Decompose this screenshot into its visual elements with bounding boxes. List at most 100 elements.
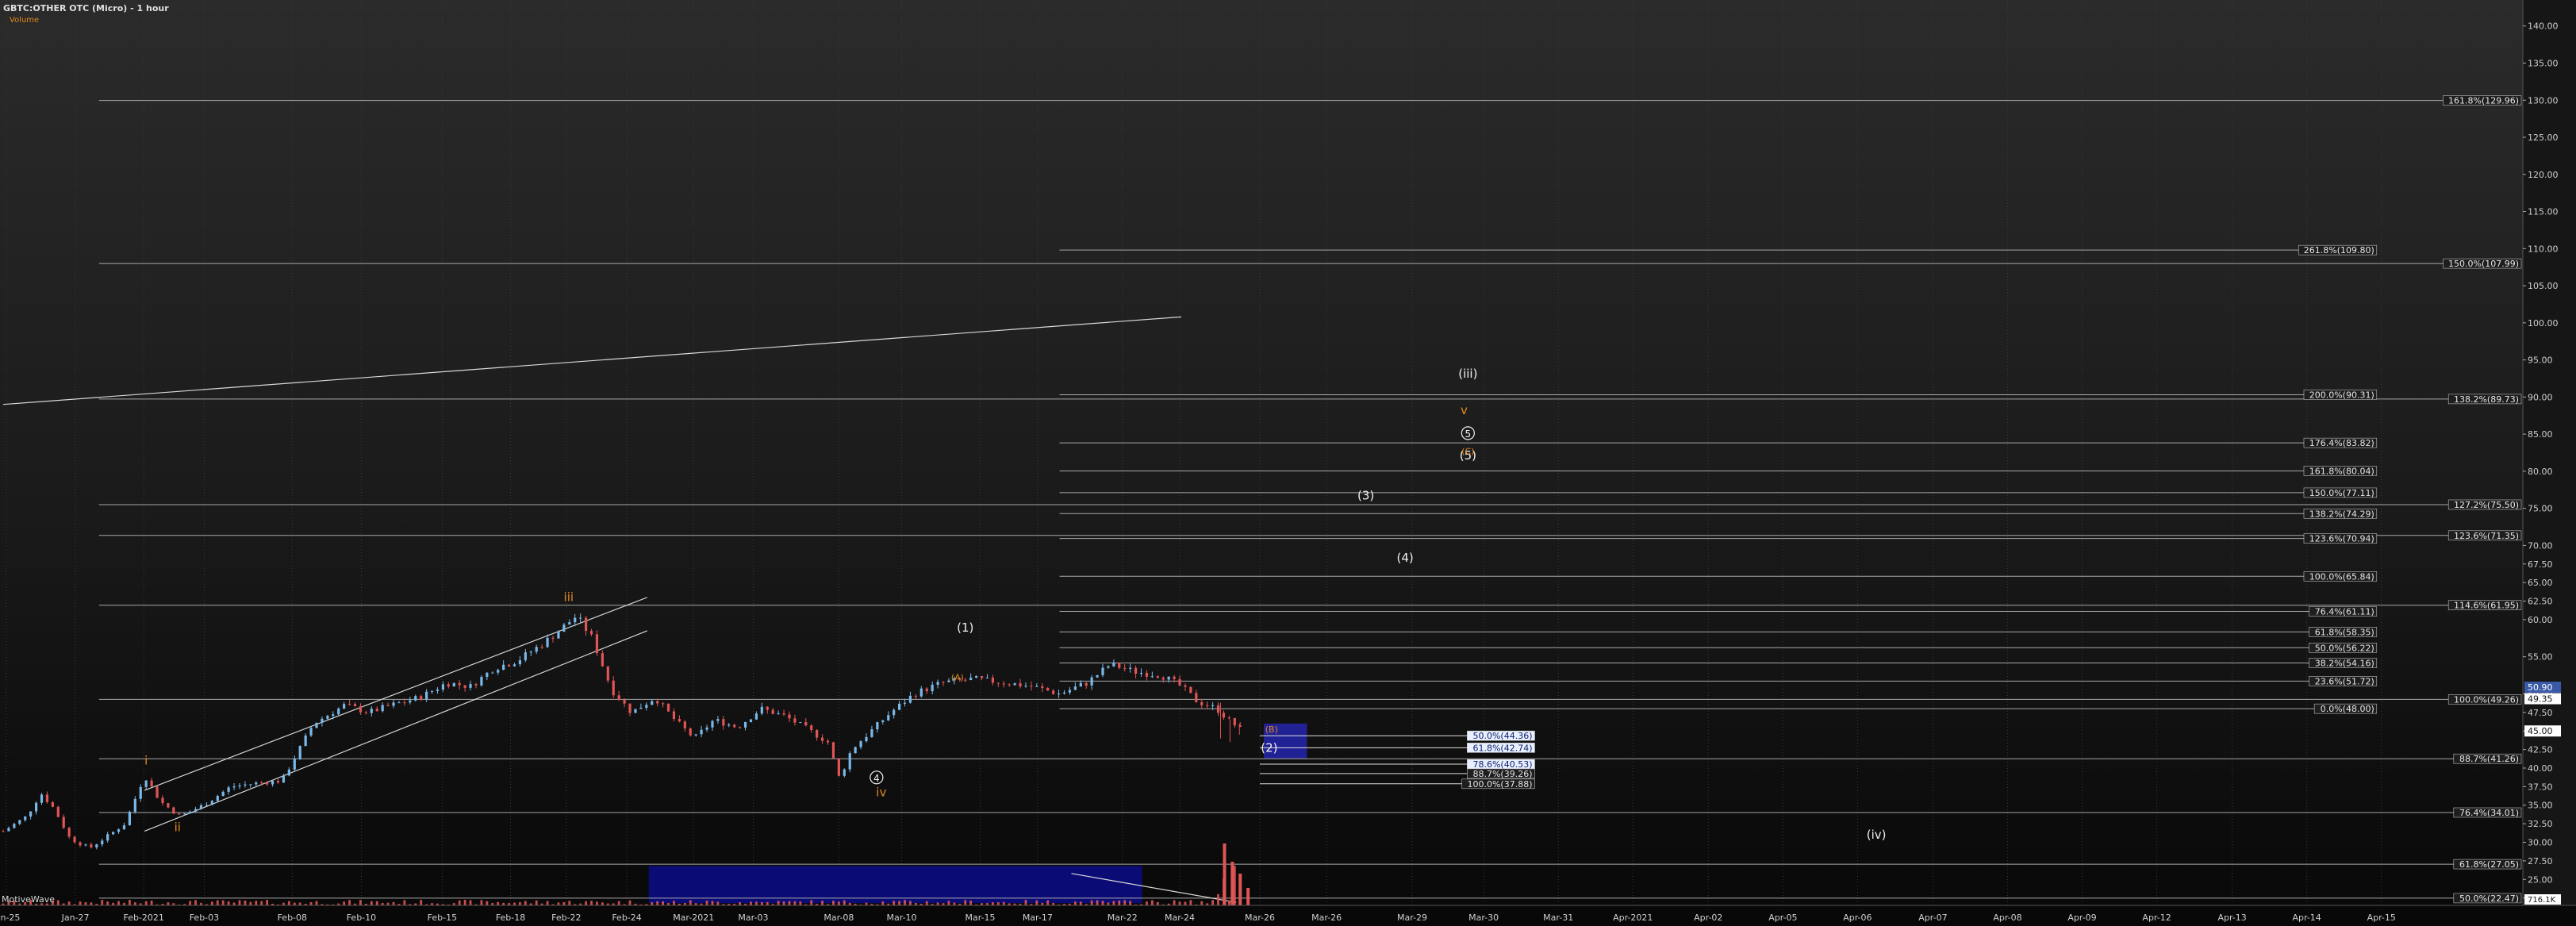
price-axis-tick-label: 62.50 [2528, 597, 2553, 607]
candle-body [513, 664, 516, 667]
fib-label: 200.0%(90.31) [2309, 390, 2374, 400]
time-axis-tick-label: Apr-02 [1694, 913, 1722, 923]
candle-body [2, 831, 5, 832]
fib-label: 88.7%(41.26) [2459, 754, 2519, 764]
candle-body [45, 794, 49, 802]
volume-bar [298, 902, 301, 905]
volume-bar [420, 900, 423, 905]
wave-label: iv [876, 786, 886, 800]
volume-bar [837, 901, 840, 905]
candle-body [1062, 692, 1066, 694]
volume-bar [1046, 900, 1050, 905]
candle-body [848, 753, 851, 770]
candle-body [343, 704, 346, 709]
candle-body [13, 824, 16, 828]
volume-bar [497, 901, 500, 905]
wave-label: (1) [957, 621, 973, 635]
volume-bar [617, 901, 620, 905]
candle-body [881, 720, 885, 723]
fib-label: 138.2%(89.73) [2454, 394, 2519, 405]
candle-body [584, 617, 588, 632]
volume-bar [1107, 902, 1110, 905]
volume-bar [964, 900, 967, 905]
fib-label: 176.4%(83.82) [2309, 438, 2374, 448]
candle-body [194, 809, 198, 812]
volume-tag-label: 716.1K [2528, 896, 2556, 905]
volume-bar [1200, 901, 1204, 905]
fib-label: 138.2%(74.29) [2309, 509, 2374, 519]
candle-body [397, 702, 401, 704]
candle-body [524, 652, 527, 661]
candle-body [315, 722, 318, 728]
candle-body [1079, 682, 1082, 687]
fib-label: 50.0%(56.22) [2315, 643, 2374, 653]
candle-body [1189, 686, 1192, 694]
volume-bar [590, 901, 593, 905]
volume-bar [403, 900, 406, 905]
candle-body [634, 709, 637, 713]
volume-bar [1184, 901, 1187, 905]
volume-bar [309, 901, 313, 905]
candle-body [155, 786, 159, 798]
price-axis-tick-label: 37.50 [2528, 782, 2553, 792]
volume-bar [969, 901, 973, 905]
candle-body [414, 696, 417, 701]
target-zones [648, 723, 1307, 904]
price-axis-tick-label: 105.00 [2528, 281, 2559, 291]
candle-body [24, 816, 27, 820]
price-axis-tick-label: 75.00 [2528, 504, 2553, 514]
volume-bar [1238, 874, 1242, 905]
candle-body [820, 737, 824, 741]
candle-body [122, 825, 126, 830]
candle-body [1008, 684, 1011, 686]
volume-bar [370, 901, 373, 905]
candle-body [947, 680, 950, 682]
candle-body [546, 637, 549, 647]
candle-body [139, 786, 142, 799]
chart-root[interactable]: 161.8%(129.96) 150.0%(107.99) 138.2%(89.73… [0, 0, 2576, 926]
price-axis-tick-label: 25.00 [2528, 874, 2553, 885]
time-axis-tick-label: Mar-22 [1108, 913, 1138, 923]
volume-bar [782, 901, 785, 905]
candle-body [980, 676, 984, 678]
fib-label: 61.8%(58.35) [2315, 627, 2374, 637]
candle-body [370, 709, 373, 713]
price-axis-tick-label: 125.00 [2528, 133, 2559, 143]
candle-body [420, 696, 423, 700]
price-axis-tick-label: 130.00 [2528, 95, 2559, 106]
candle-body [51, 801, 54, 807]
candle-body [865, 736, 868, 742]
candle-body [1206, 705, 1209, 706]
candle-body [255, 782, 258, 785]
candle-body [760, 706, 763, 714]
volume-bar [287, 901, 290, 905]
candle-body [694, 734, 697, 736]
candle-body [651, 701, 654, 705]
candle-body [1195, 693, 1198, 702]
fib-label: 50.0%(44.36) [1472, 731, 1532, 741]
candle-body [816, 729, 819, 738]
price-chart[interactable]: 161.8%(129.96) 150.0%(107.99) 138.2%(89.73… [0, 0, 2576, 926]
candle-body [1013, 683, 1016, 686]
candle-body [975, 676, 978, 678]
wave-label: (iv) [1867, 828, 1887, 842]
time-axis-tick-label: Mar-10 [887, 913, 917, 923]
price-axis: 22.5025.0027.5030.0032.5035.0037.5040.00… [2522, 0, 2576, 905]
time-axis-tick-label: Mar-15 [966, 913, 996, 923]
fib-label: 161.8%(129.96) [2448, 96, 2519, 106]
volume-bar [480, 900, 483, 905]
volume-bar [898, 901, 900, 905]
volume-bar [953, 902, 956, 905]
candle-body [128, 812, 131, 826]
volume-bar [1079, 901, 1082, 905]
candle-body [144, 780, 148, 787]
volume-bar [1178, 901, 1181, 905]
candle-body [1167, 676, 1170, 680]
candle-body [919, 688, 923, 697]
candle-body [486, 672, 489, 678]
candle-body [1073, 686, 1077, 690]
volume-bar [1189, 900, 1192, 905]
volume-bar [865, 902, 868, 905]
candle-body [936, 682, 939, 685]
volume-bar [1024, 900, 1027, 905]
